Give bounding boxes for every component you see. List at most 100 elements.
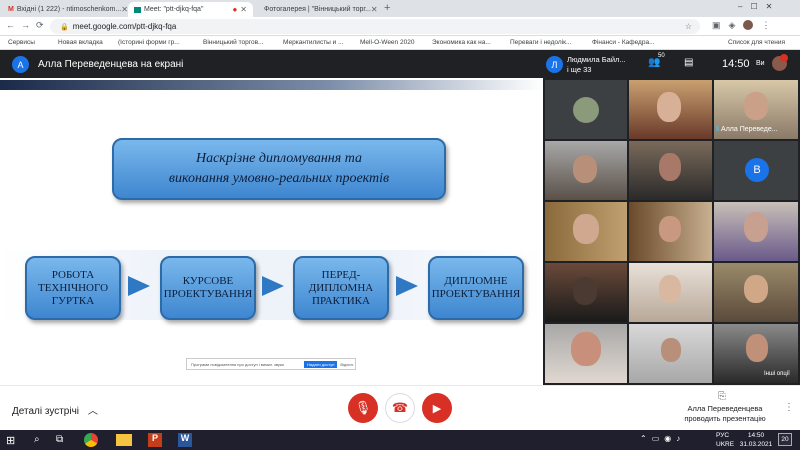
tray-icons[interactable]: ⌃▭◉♪ [640, 434, 685, 443]
mic-off-icon: 🎙 [354, 400, 372, 415]
participant-face [744, 92, 768, 120]
participant-tile[interactable]: Інші опції [714, 324, 798, 383]
new-tab-icon[interactable]: + [384, 2, 390, 14]
tab-gallery[interactable]: Фотогалерея | "Вінницький торг... ✕ [255, 2, 380, 17]
bookmark-item[interactable]: (Історині форми гр... [118, 39, 180, 46]
step-line: РОБОТА [51, 268, 95, 281]
participant-face [573, 155, 597, 183]
url-field[interactable]: 🔒 meet.google.com/ptt-djkq-fqa ☆ [50, 19, 700, 34]
participant-tile[interactable] [714, 263, 798, 322]
participant-tile[interactable] [629, 80, 712, 139]
date[interactable]: 31.03.2021 [736, 441, 776, 448]
browser-tab-bar: M Вхідні (1 222) - ntimoschenkom... ✕ Me… [0, 0, 800, 17]
participant-tile[interactable] [545, 80, 627, 139]
bookmark-item[interactable]: Mell-O-Ween 2020 [360, 39, 414, 46]
arrow-icon [128, 276, 150, 296]
keyboard-layout[interactable]: UKRE [716, 441, 734, 448]
step-line: ПЕРЕД- [321, 268, 361, 281]
muted-badge-icon [780, 54, 788, 62]
leave-call-button[interactable]: ☎ [385, 393, 415, 423]
meeting-details-button[interactable]: Деталі зустрічі ︿ [12, 402, 98, 417]
search-icon[interactable]: ⌕ [34, 434, 40, 445]
nav-icons[interactable]: ←→⟳ [6, 20, 50, 31]
participant-tile[interactable]: В [714, 141, 798, 200]
notice-allow-button[interactable]: Надати доступ [304, 360, 338, 368]
lock-icon: 🔒 [60, 23, 69, 31]
chrome-icon[interactable] [84, 433, 98, 447]
participant-tile[interactable] [545, 202, 627, 261]
camera-off-icon: ▶ [432, 402, 442, 415]
slide-title-box: Наскрізне дипломування та виконання умов… [112, 138, 446, 200]
word-icon[interactable]: W [178, 433, 192, 447]
windows-start-icon[interactable]: ⊞ [6, 434, 15, 447]
task-view-icon[interactable]: ⧉ [56, 434, 63, 445]
bookmark-item[interactable]: Меркантилисты и ... [283, 39, 344, 46]
close-icon[interactable]: ✕ [240, 5, 247, 14]
participant-face [661, 338, 681, 362]
more-options-label[interactable]: Інші опції [764, 371, 790, 377]
bookmark-item[interactable]: Фінанси - Кафедра... [592, 39, 655, 46]
url-text: meet.google.com/ptt-djkq-fqa [72, 22, 177, 31]
avatar[interactable] [743, 20, 754, 30]
participant-more: і ще 33 [567, 65, 592, 74]
speaker-label: ⦀ Алла Переведе... [716, 126, 778, 134]
present-icon[interactable]: ⎘ [718, 391, 726, 402]
people-count: 50 [658, 53, 665, 59]
bookmark-item[interactable]: Экономика как на... [432, 39, 491, 46]
file-explorer-icon[interactable] [116, 434, 132, 446]
bookmark-item[interactable]: Новая вкладка [58, 39, 103, 46]
chat-icon[interactable]: ▤ [684, 57, 693, 68]
mic-off-button[interactable]: 🎙 [348, 393, 378, 423]
close-icon[interactable]: ✕ [371, 5, 378, 14]
powerpoint-icon[interactable]: P [148, 433, 162, 447]
participant-grid: ⦀ Алла Переведе... В Інші опції [543, 78, 800, 385]
step-line: ДИПЛОМНА [308, 281, 374, 294]
tab-label: Фотогалерея | "Вінницький торг... [264, 6, 371, 13]
avatar: Л [546, 56, 563, 73]
recording-dot-icon: ● [232, 5, 238, 14]
step-box: РОБОТА ТЕХНІЧНОГО ГУРТКА [25, 256, 121, 320]
clock: 14:50 [722, 58, 750, 70]
camera-off-button[interactable]: ▶ [422, 393, 452, 423]
participant-face [659, 153, 681, 181]
tab-gmail[interactable]: M Вхідні (1 222) - ntimoschenkom... ✕ [2, 2, 127, 17]
star-icon[interactable]: ☆ [685, 22, 692, 31]
clock[interactable]: 14:50 [740, 432, 772, 439]
participant-face [744, 212, 768, 242]
participant-tile[interactable] [545, 263, 627, 322]
window-controls[interactable]: –☐✕ [738, 2, 780, 11]
arrow-icon [262, 276, 284, 296]
bookmark-item[interactable]: Переваги і недолік... [510, 39, 571, 46]
tab-meet[interactable]: Meet: "ptt-djkq-fqa" ● ✕ [128, 2, 253, 17]
participant-tile[interactable] [545, 324, 627, 383]
hang-up-icon: ☎ [391, 400, 409, 415]
participant-tile[interactable] [629, 324, 712, 383]
bookmark-item[interactable]: Сервисы [8, 39, 35, 46]
reading-list[interactable]: Список для чтения [728, 39, 785, 46]
menu-icon[interactable]: ⋮ [761, 20, 770, 33]
extension-icon[interactable]: ◈ [729, 20, 736, 33]
participant-face [571, 332, 601, 366]
participant-tile[interactable] [629, 141, 712, 200]
participant-tile[interactable] [545, 141, 627, 200]
participant-tile[interactable] [629, 263, 712, 322]
participant-face [657, 92, 681, 122]
step-box: ПЕРЕД- ДИПЛОМНА ПРАКТИКА [293, 256, 389, 320]
participant-face [573, 214, 599, 244]
toolbar-icons[interactable]: ▣ ◈ ⋮ [712, 20, 792, 33]
step-box: ДИПЛОМНЕ ПРОЕКТУВАННЯ [428, 256, 524, 320]
bookmark-item[interactable]: Вінницький торгов... [203, 39, 263, 46]
notice-skip-button[interactable]: Відхил. [340, 362, 354, 367]
close-icon[interactable]: ✕ [121, 5, 127, 14]
step-line: ТЕХНІЧНОГО [37, 281, 109, 294]
chevron-up-icon: ︿ [87, 406, 98, 417]
more-vert-icon[interactable]: ⋮ [784, 402, 794, 413]
participant-tile[interactable] [629, 202, 712, 261]
tab-label: Meet: "ptt-djkq-fqa" [144, 6, 204, 13]
participant-tile[interactable]: ⦀ Алла Переведе... [714, 80, 798, 139]
windows-taskbar: ⊞ ⌕ ⧉ P W ⌃▭◉♪ РУС UKRE 14:50 31.03.2021… [0, 430, 800, 450]
input-language[interactable]: РУС [716, 432, 729, 439]
notification-badge[interactable]: 20 [778, 433, 792, 446]
participant-tile[interactable] [714, 202, 798, 261]
extension-icon[interactable]: ▣ [712, 20, 721, 33]
